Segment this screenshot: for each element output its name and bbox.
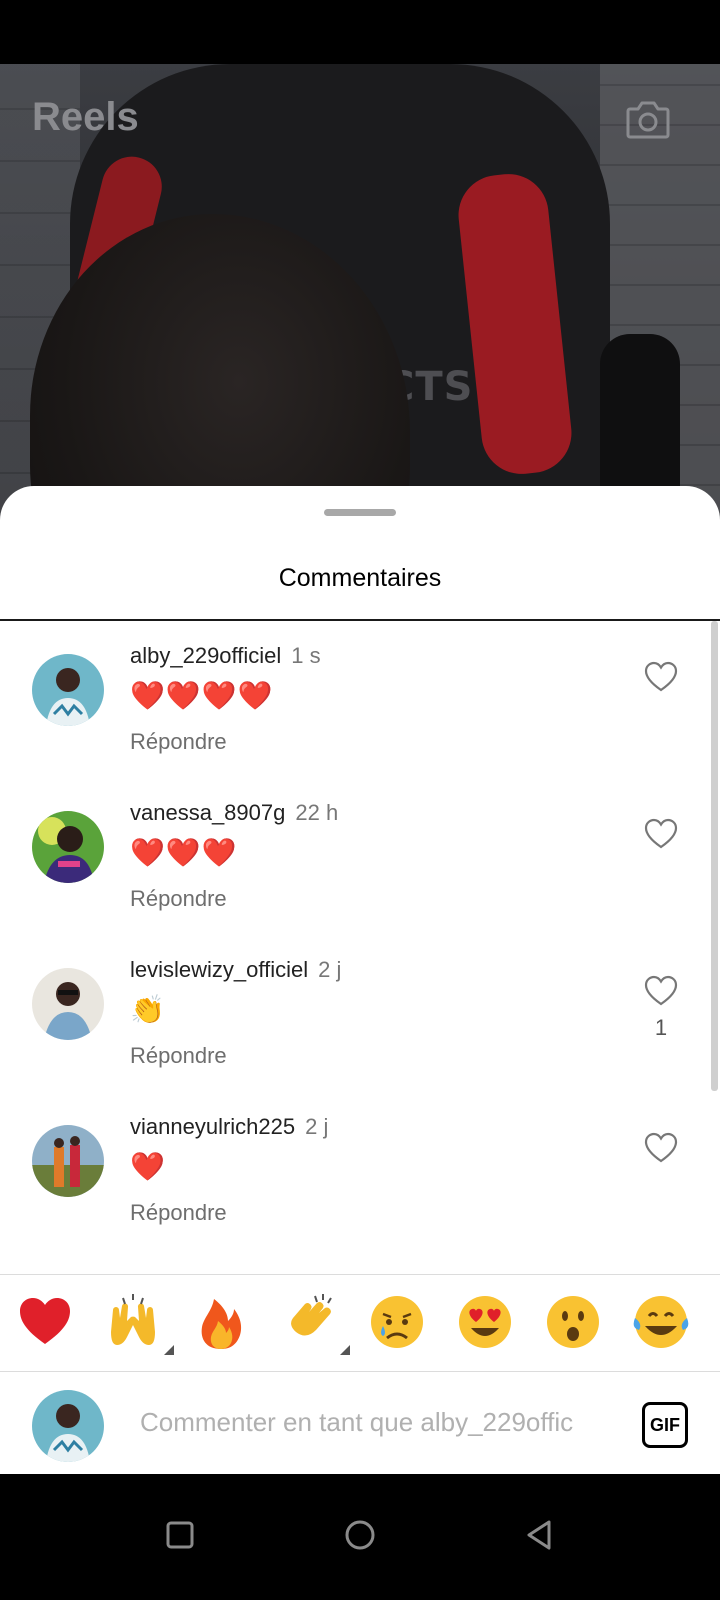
emoji-heart-eyes-button[interactable] bbox=[452, 1289, 518, 1355]
camera-icon[interactable] bbox=[624, 95, 672, 143]
avatar[interactable] bbox=[32, 811, 104, 883]
comment-text: ❤️ bbox=[130, 1150, 166, 1183]
quick-emoji-bar bbox=[0, 1275, 720, 1371]
comments-list[interactable]: alby_229officiel 1 s ❤️❤️❤️❤️ Répondre va bbox=[0, 621, 720, 1276]
comment-item: levislewizy_officiel 2 j 👏 Répondre 1 bbox=[0, 935, 700, 1092]
comment-username-line[interactable]: alby_229officiel 1 s bbox=[130, 643, 321, 669]
emoji-clap-button[interactable] bbox=[276, 1289, 350, 1355]
reply-button[interactable]: Répondre bbox=[130, 1043, 227, 1069]
current-user-avatar[interactable] bbox=[32, 1390, 104, 1462]
avatar[interactable] bbox=[32, 654, 104, 726]
emoji-laughing-tears-button[interactable] bbox=[628, 1289, 694, 1355]
reply-button[interactable]: Répondre bbox=[130, 886, 227, 912]
comment-composer: GIF bbox=[0, 1372, 720, 1474]
sheet-drag-handle[interactable] bbox=[324, 509, 396, 516]
comment-time: 1 s bbox=[291, 643, 321, 668]
recents-icon[interactable] bbox=[155, 1510, 205, 1560]
back-icon[interactable] bbox=[515, 1510, 565, 1560]
emoji-variant-indicator bbox=[164, 1345, 174, 1355]
emoji-raised-hands-button[interactable] bbox=[100, 1289, 174, 1355]
comments-sheet: Commentaires alby_229officiel 1 s ❤️❤️❤️❤… bbox=[0, 486, 720, 1474]
comment-text: 👏 bbox=[130, 993, 166, 1026]
comment-item: vianneyulrich225 2 j ❤️ Répondre bbox=[0, 1092, 700, 1249]
like-heart-icon[interactable] bbox=[644, 661, 678, 693]
like-heart-icon[interactable] bbox=[644, 818, 678, 850]
gif-button[interactable]: GIF bbox=[642, 1402, 688, 1448]
comment-username[interactable]: vianneyulrich225 bbox=[130, 1114, 295, 1139]
comment-username[interactable]: levislewizy_officiel bbox=[130, 957, 308, 982]
emoji-variant-indicator bbox=[340, 1345, 350, 1355]
avatar[interactable] bbox=[32, 1125, 104, 1197]
status-bar bbox=[0, 0, 720, 64]
comment-username-line[interactable]: vianneyulrich225 2 j bbox=[130, 1114, 328, 1140]
home-icon[interactable] bbox=[335, 1510, 385, 1560]
avatar[interactable] bbox=[32, 968, 104, 1040]
emoji-crying-face-button[interactable] bbox=[364, 1289, 430, 1355]
like-heart-icon[interactable] bbox=[644, 1132, 678, 1164]
comment-time: 2 j bbox=[305, 1114, 329, 1139]
comment-username[interactable]: vanessa_8907g bbox=[130, 800, 285, 825]
comments-scrollbar[interactable] bbox=[711, 621, 718, 1091]
comment-text: ❤️❤️❤️❤️ bbox=[130, 679, 274, 712]
comment-time: 22 h bbox=[295, 800, 339, 825]
comment-input[interactable] bbox=[140, 1402, 620, 1442]
comment-item: alby_229officiel 1 s ❤️❤️❤️❤️ Répondre bbox=[0, 621, 700, 778]
emoji-heart-button[interactable] bbox=[12, 1289, 78, 1355]
emoji-fire-button[interactable] bbox=[188, 1289, 254, 1355]
like-heart-icon[interactable] bbox=[644, 975, 678, 1007]
reply-button[interactable]: Répondre bbox=[130, 729, 227, 755]
comment-item: vanessa_8907g 22 h ❤️❤️❤️ Répondre bbox=[0, 778, 700, 935]
comment-username[interactable]: alby_229officiel bbox=[130, 643, 281, 668]
page-title: Reels bbox=[32, 95, 139, 139]
system-nav-bar bbox=[0, 1474, 720, 1600]
comment-username-line[interactable]: levislewizy_officiel 2 j bbox=[130, 957, 341, 983]
like-count: 1 bbox=[654, 1015, 668, 1040]
emoji-surprised-face-button[interactable] bbox=[540, 1289, 606, 1355]
comment-username-line[interactable]: vanessa_8907g 22 h bbox=[130, 800, 338, 826]
sheet-title: Commentaires bbox=[278, 564, 442, 592]
comment-time: 2 j bbox=[318, 957, 342, 982]
reply-button[interactable]: Répondre bbox=[130, 1200, 227, 1226]
comment-text: ❤️❤️❤️ bbox=[130, 836, 238, 869]
